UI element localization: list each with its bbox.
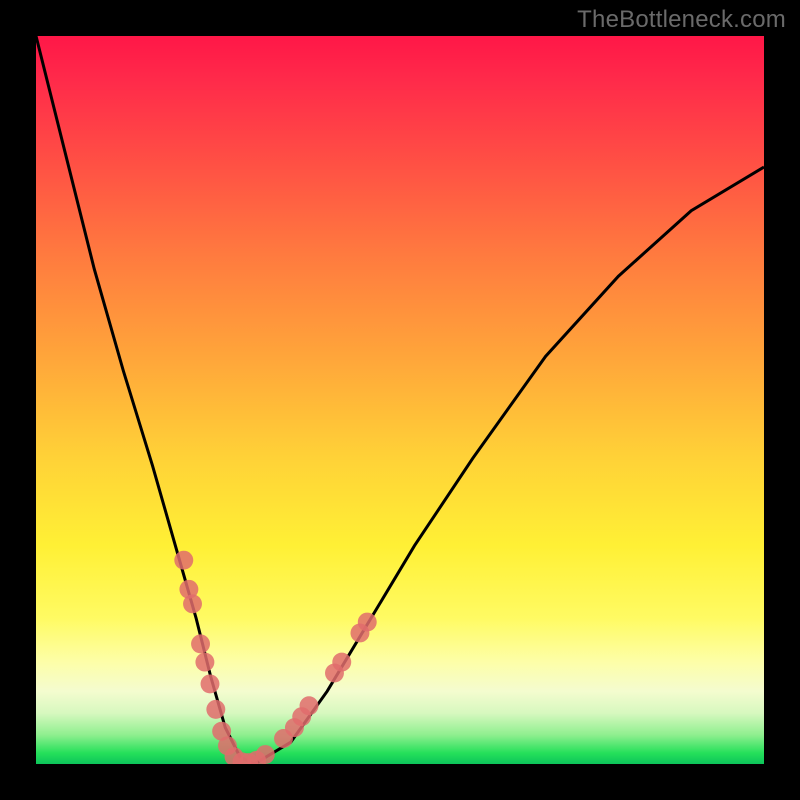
data-point (206, 700, 225, 719)
data-point (195, 653, 214, 672)
bottleneck-curve (36, 36, 764, 764)
highlight-points (174, 551, 376, 764)
chart-svg (36, 36, 764, 764)
data-point (332, 653, 351, 672)
data-point (174, 551, 193, 570)
data-point (183, 594, 202, 613)
plot-area (36, 36, 764, 764)
data-point (358, 613, 377, 632)
watermark-text: TheBottleneck.com (577, 6, 786, 34)
data-point (300, 696, 319, 715)
data-point (256, 745, 275, 764)
data-point (201, 674, 220, 693)
chart-container: TheBottleneck.com (0, 0, 800, 800)
data-point (191, 634, 210, 653)
